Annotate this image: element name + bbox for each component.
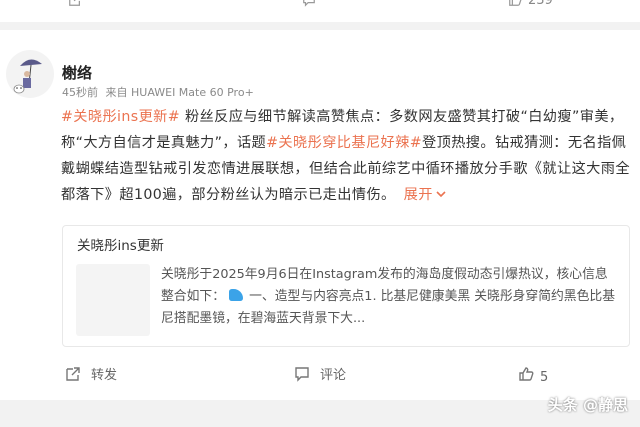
post-content: #关晓彤ins更新# 粉丝反应与细节解读高赞焦点：多数网友盛赞其打破“白幼瘦”审… <box>61 104 636 208</box>
share-button[interactable]: 转发 <box>65 364 117 383</box>
expand-button[interactable]: 展开 <box>404 187 447 203</box>
share-label: 转发 <box>91 368 118 383</box>
post-time[interactable]: 45秒前 <box>62 86 98 99</box>
post-actions: 转发 评论 5 <box>0 360 640 386</box>
like-count: 5 <box>540 370 549 385</box>
post-meta: 45秒前 来自 HUAWEI Mate 60 Pro+ <box>62 84 258 100</box>
prev-like-count: 239 <box>528 0 553 8</box>
quoted-article-summary: 关晓彤于2025年9月6日在Instagram发布的海岛度假动态引爆热议，核心信… <box>161 264 619 330</box>
topic-link[interactable]: #关晓彤穿比基尼好辣# <box>266 135 422 151</box>
comment-button[interactable]: 评论 <box>294 364 346 383</box>
comment-label: 评论 <box>320 368 347 383</box>
wave-icon <box>229 289 244 301</box>
topic-link[interactable]: #关晓彤ins更新# <box>61 109 180 125</box>
quoted-article-title[interactable]: 关晓彤ins更新 <box>77 234 164 254</box>
expand-label: 展开 <box>403 187 433 203</box>
comment-icon <box>303 0 315 7</box>
prev-comment-button[interactable] <box>302 0 322 9</box>
comment-icon <box>295 366 309 382</box>
prev-share-button[interactable] <box>68 0 88 9</box>
chevron-down-icon <box>436 191 446 198</box>
post-source: 来自 HUAWEI Mate 60 Pro+ <box>105 86 254 99</box>
previous-post-footer: 239 <box>0 0 640 22</box>
avatar[interactable] <box>6 50 54 98</box>
watermark: 头条 @静思 <box>547 396 628 414</box>
like-icon <box>509 0 522 6</box>
share-icon <box>69 0 80 6</box>
like-button[interactable]: 5 <box>518 362 548 385</box>
like-icon <box>519 366 534 381</box>
quoted-article-thumbnail <box>76 264 150 336</box>
avatar-image <box>6 50 54 98</box>
quoted-article-card[interactable]: 关晓彤ins更新 关晓彤于2025年9月6日在Instagram发布的海岛度假动… <box>62 225 630 347</box>
share-icon <box>66 366 80 381</box>
username[interactable]: 榭络 <box>62 62 92 83</box>
prev-like-button[interactable]: 239 <box>508 0 553 9</box>
